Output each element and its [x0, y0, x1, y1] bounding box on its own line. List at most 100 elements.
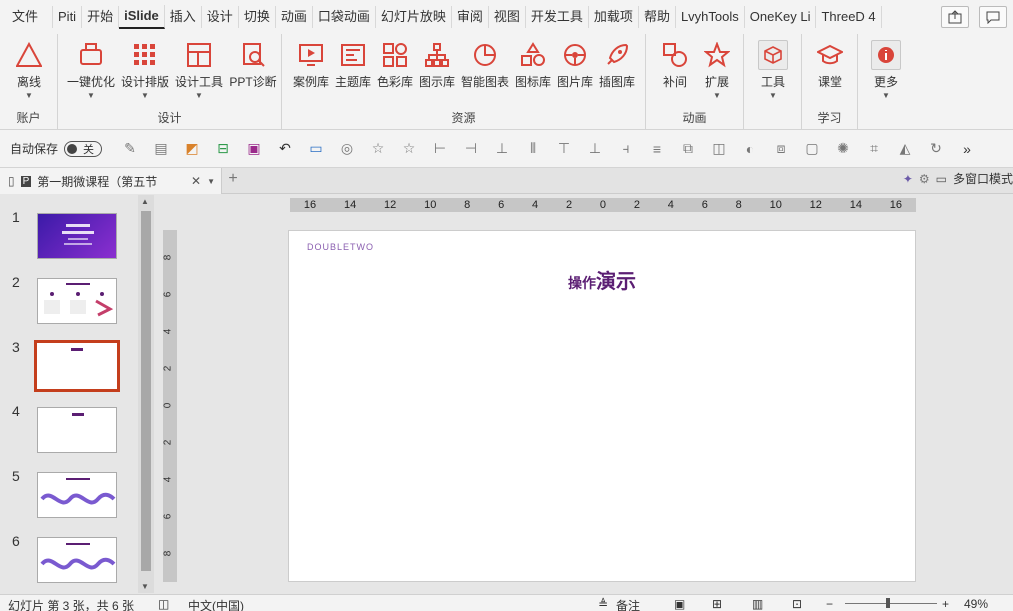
group-tools: 工具 ▼ — [744, 34, 802, 130]
design-tools-button[interactable]: 设计工具 ▼ — [172, 40, 226, 100]
zoom-level[interactable]: 49% — [964, 597, 988, 611]
magic-icon[interactable]: ✦ — [903, 172, 913, 186]
optimize-icon — [80, 43, 102, 65]
menu-tab-insert[interactable]: 插入 — [165, 6, 202, 28]
menu-tab-islide[interactable]: iSlide — [119, 5, 165, 29]
share-button[interactable] — [941, 6, 969, 28]
tools-button[interactable]: 工具 ▼ — [746, 40, 800, 100]
smart-charts-button[interactable]: 智能图表 — [458, 40, 512, 90]
menu-tab-slideshow[interactable]: 幻灯片放映 — [376, 6, 452, 28]
slide-thumbnail-6[interactable] — [37, 537, 117, 583]
more-chevron-icon[interactable]: » — [955, 139, 979, 159]
slideshow-view-icon[interactable]: ⊡ — [792, 597, 802, 611]
window-icon[interactable]: ▭ — [936, 172, 947, 186]
merge-shapes-icon[interactable]: ◐ — [738, 139, 762, 159]
more-button[interactable]: 更多 ▼ — [859, 40, 913, 100]
classroom-button[interactable]: 课堂 — [803, 40, 857, 90]
notes-button[interactable]: 备注 — [616, 597, 640, 611]
star-dropdown-icon[interactable]: ☆ — [397, 139, 421, 159]
menu-tab-pocket-animation[interactable]: 口袋动画 — [313, 6, 376, 28]
textbox-icon[interactable]: ▭ — [304, 139, 328, 159]
document-tab[interactable]: ▯ P 第一期微课程（第五节 ✕ ▼ — [0, 168, 222, 194]
optimize-button[interactable]: 一键优化 ▼ — [64, 40, 118, 100]
scrollbar-thumb[interactable] — [141, 211, 151, 571]
align-top-icon[interactable]: ⊤ — [552, 139, 576, 159]
menu-tab-developer[interactable]: 开发工具 — [526, 6, 589, 28]
share-icon — [948, 10, 962, 24]
menu-tab-home[interactable]: 开始 — [82, 6, 120, 28]
menu-tab-design[interactable]: 设计 — [202, 6, 239, 28]
crop-icon[interactable]: ⌗ — [862, 139, 886, 159]
slide-thumbnail-5[interactable] — [37, 472, 117, 518]
fill-icon[interactable]: ◭ — [893, 139, 917, 159]
slide-thumbnail-1[interactable] — [37, 213, 117, 259]
slide-thumbnail-3[interactable] — [34, 340, 120, 392]
redo-icon[interactable]: ↻ — [924, 139, 948, 159]
chevron-down-icon[interactable]: ▼ — [207, 177, 215, 186]
shape-icon[interactable]: ◎ — [335, 139, 359, 159]
send-backward-icon[interactable]: ▢ — [800, 139, 824, 159]
menu-tab-threed[interactable]: ThreeD 4 — [816, 6, 882, 28]
menu-tab-transitions[interactable]: 切换 — [239, 6, 276, 28]
notes-icon[interactable]: ≜ — [598, 597, 608, 611]
accessibility-icon[interactable]: ◫ — [158, 597, 169, 611]
slide-thumbnail-4[interactable] — [37, 407, 117, 453]
close-icon[interactable]: ✕ — [191, 174, 201, 188]
align-icon[interactable]: ⊟ — [211, 139, 235, 159]
offline-button[interactable]: 离线 ▼ — [2, 40, 56, 100]
bring-forward-icon[interactable]: ⧈ — [769, 139, 793, 159]
zoom-slider-track[interactable] — [845, 603, 937, 604]
autosave-toggle[interactable]: 关 — [64, 140, 103, 157]
comments-button[interactable] — [979, 6, 1007, 28]
save-icon[interactable]: ▣ — [242, 139, 266, 159]
slide-thumbnail-2[interactable] — [37, 278, 117, 324]
crop-image-icon[interactable]: ◩ — [180, 139, 204, 159]
add-tab-button[interactable]: + — [224, 170, 242, 188]
menu-tab-addins[interactable]: 加载项 — [589, 6, 639, 28]
align-bottom-icon[interactable]: ⊥ — [583, 139, 607, 159]
language-indicator[interactable]: 中文(中国) — [188, 597, 244, 611]
sorter-view-icon[interactable]: ⊞ — [712, 597, 722, 611]
diagrams-button[interactable]: 图示库 — [410, 40, 464, 90]
group-design: 一键优化 ▼ 设计排版 ▼ 设计工具 ▼ PPT诊断 设计 — [58, 34, 282, 130]
menu-tab-help[interactable]: 帮助 — [639, 6, 676, 28]
menu-tab-view[interactable]: 视图 — [489, 6, 526, 28]
star-outline-icon[interactable]: ☆ — [366, 139, 390, 159]
menu-tab-animations[interactable]: 动画 — [276, 6, 313, 28]
distribute-vertical-icon[interactable]: ≡ — [645, 139, 669, 159]
group-account: 离线 ▼ 账户 — [0, 34, 58, 130]
multi-window-label[interactable]: 多窗口模式 — [953, 170, 1013, 187]
scroll-down-icon[interactable]: ▼ — [141, 582, 149, 591]
normal-view-icon[interactable]: ▣ — [674, 597, 685, 611]
zoom-out-icon[interactable]: − — [826, 597, 833, 611]
menu-tab-lvyhtools[interactable]: LvyhTools — [676, 6, 745, 28]
slide-canvas[interactable]: DOUBLETWO 操作演示 — [288, 230, 916, 582]
illustrations-button[interactable]: 插图库 — [590, 40, 644, 90]
slide-title[interactable]: 操作演示 — [289, 265, 915, 294]
undo-icon[interactable]: ↶ — [273, 139, 297, 159]
format-painter-icon[interactable]: ✎ — [118, 139, 142, 159]
reading-view-icon[interactable]: ▥ — [752, 597, 763, 611]
extend-button[interactable]: 扩展 ▼ — [690, 40, 744, 100]
align-center-icon[interactable]: ⊥ — [490, 139, 514, 159]
scroll-up-icon[interactable]: ▲ — [141, 197, 149, 206]
thumbnail-scrollbar[interactable]: ▲ ▼ — [138, 195, 154, 593]
ungroup-icon[interactable]: ◫ — [707, 139, 731, 159]
distribute-icon[interactable]: ⫴ — [521, 139, 545, 159]
layout-button[interactable]: 设计排版 ▼ — [118, 40, 172, 100]
slide-brand[interactable]: DOUBLETWO — [307, 242, 374, 252]
align-left-icon[interactable]: ⊢ — [428, 139, 452, 159]
gear-icon[interactable]: ✺ — [831, 139, 855, 159]
group-icon[interactable]: ⧉ — [676, 139, 700, 159]
menu-tab-review[interactable]: 审阅 — [452, 6, 489, 28]
settings-icon[interactable]: ⚙ — [919, 172, 930, 186]
document-icon[interactable]: ▤ — [149, 139, 173, 159]
zoom-in-icon[interactable]: + — [942, 597, 949, 611]
menu-tab-file[interactable]: 文件 — [4, 6, 54, 28]
zoom-slider-thumb[interactable] — [886, 598, 890, 608]
menu-tab-onekey[interactable]: OneKey Li — [745, 6, 817, 28]
ppt-diagnosis-button[interactable]: PPT诊断 — [226, 40, 280, 90]
align-middle-icon[interactable]: ⫞ — [614, 139, 638, 159]
align-right-icon[interactable]: ⊣ — [459, 139, 483, 159]
menu-tab-piti[interactable]: Piti — [53, 6, 83, 28]
